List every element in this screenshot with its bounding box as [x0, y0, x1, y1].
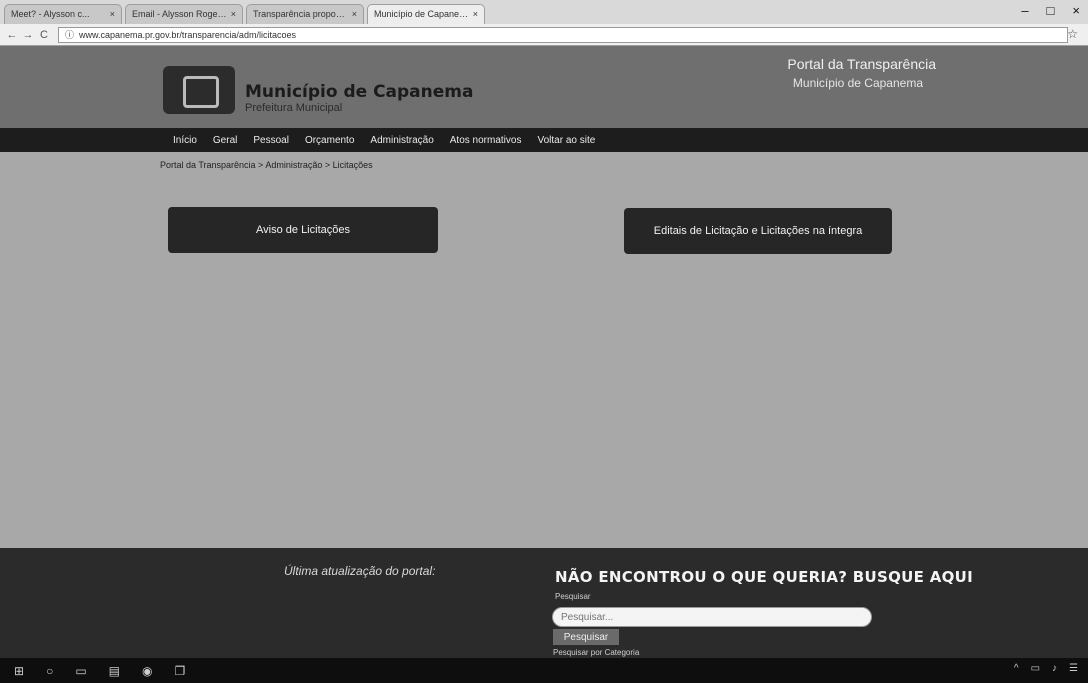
tab-close-icon[interactable]: ×	[110, 9, 115, 24]
search-input[interactable]	[552, 607, 872, 627]
os-taskbar: ⊞ ○ ▭ ▤ ◉ ❐	[0, 658, 1088, 683]
nav-item-geral[interactable]: Geral	[213, 135, 237, 146]
nav-item-administracao[interactable]: Administração	[370, 135, 433, 146]
browser-tab-3[interactable]: Transparência propostas... ×	[246, 4, 364, 24]
portal-title: Portal da Transparência	[787, 56, 936, 72]
maximize-icon[interactable]: □	[1047, 3, 1055, 18]
nav-item-voltar-ao-site[interactable]: Voltar ao site	[537, 135, 595, 146]
start-icon[interactable]: ⊞	[14, 664, 24, 678]
url-text: www.capanema.pr.gov.br/transparencia/adm…	[79, 29, 296, 40]
forward-arrow-icon[interactable]: →	[20, 29, 36, 41]
minimize-icon[interactable]: –	[1021, 3, 1028, 18]
site-header: Município de Capanema Prefeitura Municip…	[0, 46, 1088, 128]
browser-tab-bar: Meet? - Alysson c... × Email - Alysson Ro…	[0, 0, 1088, 24]
tray-volume-icon[interactable]: ♪	[1052, 663, 1057, 674]
tab-title: Meet? - Alysson c...	[11, 9, 90, 19]
portal-subtitle: Município de Capanema	[792, 76, 923, 90]
main-nav: Início Geral Pessoal Orçamento Administr…	[0, 128, 1088, 152]
search-icon[interactable]: ○	[46, 664, 53, 678]
browser-tab-1[interactable]: Meet? - Alysson c... ×	[4, 4, 122, 24]
tab-title: Transparência propostas...	[253, 9, 348, 19]
search-heading: NÃO ENCONTROU O QUE QUERIA? BUSQUE AQUI	[555, 568, 974, 586]
browser-icon[interactable]: ◉	[142, 664, 152, 678]
system-tray: ^ ▭ ♪ ☰	[1014, 663, 1078, 674]
tray-notifications-icon[interactable]: ☰	[1069, 663, 1078, 674]
site-subtitle: Prefeitura Municipal	[245, 102, 343, 114]
app-icon[interactable]: ❐	[174, 664, 185, 678]
info-icon[interactable]: ⓘ	[65, 28, 74, 41]
tab-title: Município de Capanema	[374, 9, 469, 19]
window-controls: – □ ×	[1021, 3, 1080, 18]
editais-licitacao-button[interactable]: Editais de Licitação e Licitações na ínt…	[624, 208, 892, 254]
reload-icon[interactable]: C	[36, 29, 52, 41]
file-explorer-icon[interactable]: ▤	[109, 664, 120, 678]
search-by-category-link[interactable]: Pesquisar por Categoria	[553, 648, 639, 657]
close-window-icon[interactable]: ×	[1072, 3, 1080, 18]
last-update-text: Última atualização do portal:	[284, 564, 436, 578]
breadcrumb[interactable]: Portal da Transparência > Administração …	[160, 160, 373, 170]
tab-close-icon[interactable]: ×	[231, 9, 236, 24]
main-content: Portal da Transparência > Administração …	[0, 152, 1088, 548]
browser-tab-active[interactable]: Município de Capanema ×	[367, 4, 485, 24]
search-button[interactable]: Pesquisar	[553, 629, 619, 645]
site-footer: Última atualização do portal: NÃO ENCONT…	[0, 548, 1088, 658]
tab-close-icon[interactable]: ×	[352, 9, 357, 24]
nav-item-orcamento[interactable]: Orçamento	[305, 135, 354, 146]
browser-tab-2[interactable]: Email - Alysson Rogerio... ×	[125, 4, 243, 24]
tab-title: Email - Alysson Rogerio...	[132, 9, 227, 19]
tab-close-icon[interactable]: ×	[473, 9, 478, 24]
address-bar[interactable]: ⓘ www.capanema.pr.gov.br/transparencia/a…	[58, 26, 1068, 43]
nav-item-atos-normativos[interactable]: Atos normativos	[450, 135, 522, 146]
tray-network-icon[interactable]: ▭	[1031, 663, 1040, 674]
bookmark-star-icon[interactable]: ☆	[1067, 27, 1078, 41]
nav-item-inicio[interactable]: Início	[173, 135, 197, 146]
search-label: Pesquisar	[555, 592, 591, 601]
address-row: ← → C ⓘ www.capanema.pr.gov.br/transpare…	[0, 24, 1088, 46]
site-title[interactable]: Município de Capanema	[245, 82, 473, 102]
task-view-icon[interactable]: ▭	[75, 664, 86, 678]
nav-item-pessoal[interactable]: Pessoal	[253, 135, 289, 146]
tray-chevron-icon[interactable]: ^	[1014, 663, 1019, 674]
municipal-crest-logo[interactable]	[163, 66, 235, 114]
aviso-licitacoes-button[interactable]: Aviso de Licitações	[168, 207, 438, 253]
back-arrow-icon[interactable]: ←	[4, 29, 20, 41]
